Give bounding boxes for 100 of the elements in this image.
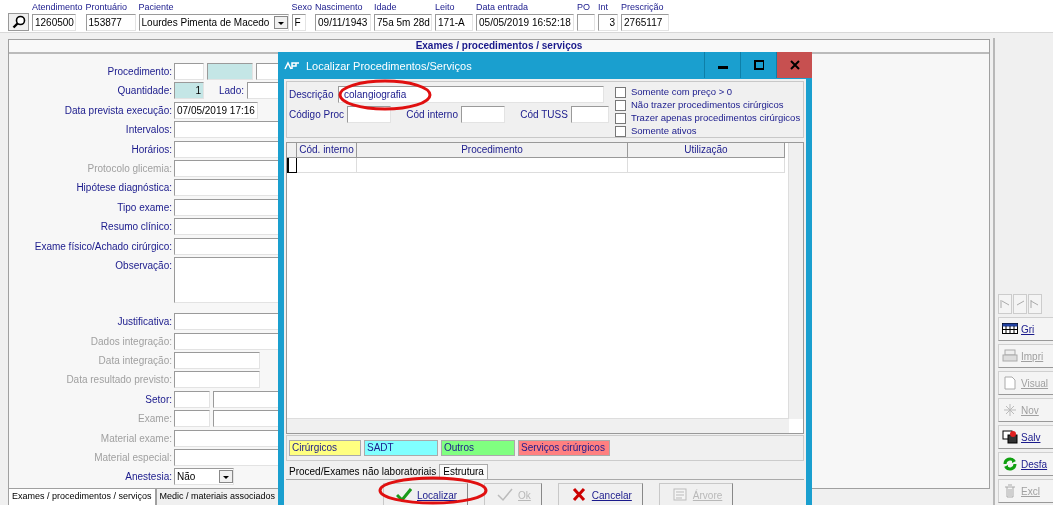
field-label: Sexo (291, 2, 313, 12)
column-header[interactable]: Utilização (628, 143, 785, 158)
cross-icon (570, 487, 587, 503)
checkbox[interactable] (615, 86, 626, 98)
field-label: Observação: (114, 258, 172, 273)
field-label: Data integração: (97, 354, 172, 369)
field-label: Material exame: (99, 431, 172, 446)
patient-dropdown[interactable]: Lourdes Pimenta de Macedo (138, 14, 289, 31)
field-label: Hipótese diagnóstica: (75, 181, 172, 196)
field-label: Setor: (144, 392, 172, 407)
field-label: PO (577, 2, 592, 12)
field-label: Quantidade: (116, 84, 172, 99)
field-label: Cód interno (406, 109, 458, 120)
field-label: Data resultado previsto: (65, 373, 172, 388)
close-icon (789, 60, 800, 70)
field-label: Justificativa: (116, 315, 172, 330)
input-field[interactable]: 2765117 (621, 14, 670, 31)
field-label: Data entrada (476, 2, 530, 12)
grid-icon (1002, 322, 1018, 336)
input-field[interactable]: 05/05/2019 16:52:18 (476, 14, 575, 31)
input-field[interactable] (570, 106, 609, 123)
field-label: Idade (374, 2, 398, 12)
document-icon (1002, 376, 1018, 390)
close-button[interactable] (776, 52, 812, 78)
field-label: Exame físico/Achado cirúrgico: (33, 239, 172, 254)
input-field[interactable]: 153877 (85, 14, 136, 31)
field-label: Anestesia: (124, 470, 172, 485)
input-field[interactable]: 171-A (435, 14, 474, 31)
field-label: Dados integração: (89, 334, 172, 349)
legend-item: Outros (441, 440, 515, 456)
printer-icon (1002, 349, 1018, 363)
panel-title: Exames / procedimentos / serviços (415, 40, 583, 52)
tab[interactable]: Estrutura (439, 464, 488, 479)
input-field[interactable] (174, 390, 210, 408)
option-label: Somente ativos (631, 125, 697, 137)
input-field[interactable]: 07/05/2019 17:16 (174, 101, 258, 119)
checkbox[interactable] (615, 125, 626, 137)
tab[interactable]: Exames / procedimentos / serviços (8, 489, 156, 505)
field-label: Resumo clínico: (99, 220, 172, 235)
legend-item: Serviços cirúrgicos (518, 440, 610, 456)
field-label: Int (598, 2, 610, 12)
field-label: Data prevista execução: (63, 103, 172, 118)
tab[interactable]: Proced/Exames não laboratoriais (286, 465, 440, 479)
dialog-button[interactable]: Cancelar (557, 483, 643, 505)
option-label: Trazer apenas procedimentos cirúrgicos (631, 112, 801, 124)
nav-button[interactable] (1028, 294, 1042, 314)
field-label: Nascimento (315, 2, 364, 12)
refresh-icon (1002, 457, 1018, 471)
input-field[interactable]: 1 (174, 82, 204, 100)
toolbar-button[interactable]: Salv (998, 425, 1053, 449)
dropdown[interactable]: Não (174, 468, 234, 486)
sparkle-icon (1002, 403, 1018, 417)
field-label: Paciente (138, 2, 175, 12)
field-label: Atendimento (32, 2, 83, 12)
input-field[interactable] (207, 63, 253, 80)
save-icon (1002, 430, 1018, 444)
field-label: Leito (435, 2, 456, 12)
checkbox[interactable] (615, 99, 626, 111)
field-label: Exame: (137, 412, 172, 427)
field-label: Descrição (289, 89, 334, 100)
field-label: Tipo exame: (116, 200, 172, 215)
field-label: Horários: (130, 142, 172, 157)
field-label: Protocolo glicemia: (86, 161, 172, 176)
field-label: Lado: (219, 84, 245, 99)
input-field[interactable]: 1260500 (32, 14, 76, 31)
field-label: Procedimento: (106, 65, 172, 79)
field-label: Prontuário (85, 2, 129, 12)
horizontal-scrollbar[interactable] (287, 418, 789, 433)
search-button[interactable] (8, 13, 29, 31)
input-field[interactable]: F (291, 14, 306, 31)
field-label: Código Proc (289, 109, 345, 120)
input-field[interactable] (174, 410, 210, 428)
input-field[interactable] (174, 371, 260, 389)
check-icon (497, 487, 514, 503)
input-field[interactable] (577, 14, 596, 31)
input-field[interactable] (461, 106, 506, 123)
toolbar-button[interactable]: Desfa (998, 452, 1053, 476)
field-label: Cód TUSS (520, 109, 568, 120)
input-field[interactable]: 3 (598, 14, 619, 31)
vertical-scrollbar[interactable] (788, 143, 803, 419)
description-field[interactable]: colangiografia (338, 86, 604, 103)
field-label: Prescrição (621, 2, 665, 12)
input-field[interactable] (174, 352, 260, 370)
input-field[interactable]: 75a 5m 28d (374, 14, 433, 31)
option-label: Não trazer procedimentos cirúrgicos (631, 99, 784, 111)
search-icon (11, 15, 26, 29)
legend-item: Cirúrgicos (289, 440, 361, 456)
maximize-icon (753, 60, 764, 70)
app-logo-icon (284, 59, 300, 72)
checkbox[interactable] (615, 112, 626, 124)
input-field[interactable]: 09/11/1943 (315, 14, 372, 31)
option-label: Somente com preço > 0 (631, 86, 733, 98)
column-header[interactable]: Cód. interno (297, 143, 357, 158)
trash-icon (1002, 484, 1018, 498)
legend-item: SADT (364, 440, 438, 456)
column-header[interactable]: Procedimento (357, 143, 628, 158)
table-cell (297, 158, 357, 173)
toolbar-button[interactable]: Gri (998, 317, 1053, 341)
input-field[interactable] (174, 63, 204, 80)
field-label: Intervalos: (124, 123, 172, 138)
